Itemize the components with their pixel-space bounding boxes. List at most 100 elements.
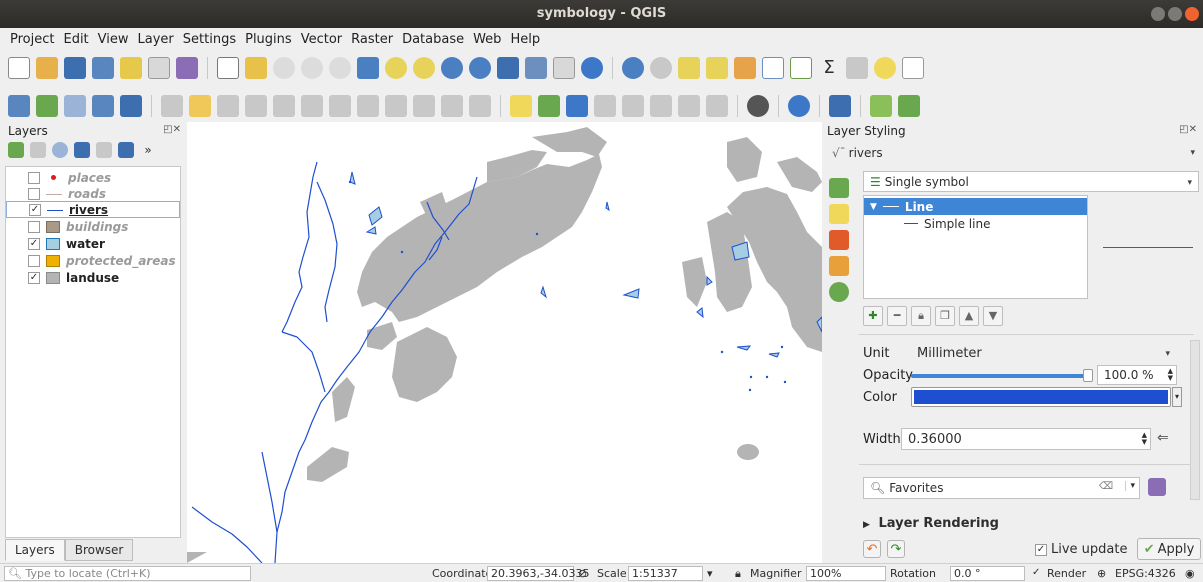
layer-select-combo[interactable]: √ˉ rivers ▾ bbox=[826, 142, 1201, 163]
undo-icon[interactable] bbox=[441, 95, 463, 117]
highlight-labels-icon[interactable] bbox=[594, 95, 616, 117]
map-canvas[interactable] bbox=[187, 122, 822, 563]
field-calculator-icon[interactable] bbox=[790, 57, 812, 79]
symbol-tree-line[interactable]: ▼ Line bbox=[864, 198, 1087, 215]
modify-attributes-icon[interactable] bbox=[301, 95, 323, 117]
crs-label[interactable]: EPSG:4326 bbox=[1115, 567, 1176, 580]
live-update-toggle[interactable]: ✓ Live update bbox=[1035, 542, 1127, 557]
layer-checkbox[interactable] bbox=[28, 220, 40, 233]
rotate-label-icon[interactable] bbox=[678, 95, 700, 117]
3d-view-tab-icon[interactable] bbox=[829, 230, 849, 250]
favorites-search[interactable]: 🔍︎ Favorites ⌫ ▾ bbox=[863, 477, 1140, 499]
zoom-layer-icon[interactable] bbox=[413, 57, 435, 79]
lock-scale-icon[interactable]: 🔒︎ bbox=[735, 567, 741, 581]
label-toolbar-icon[interactable] bbox=[510, 95, 532, 117]
chevron-down-icon[interactable]: ▾ bbox=[1125, 481, 1135, 491]
bookmark-icon[interactable] bbox=[553, 57, 575, 79]
messages-icon[interactable]: ◉ bbox=[1185, 567, 1195, 580]
toggle-editing-icon[interactable] bbox=[189, 95, 211, 117]
map-tips-icon[interactable] bbox=[874, 57, 896, 79]
live-update-checkbox[interactable]: ✓ bbox=[1035, 543, 1047, 556]
undo-style-icon[interactable]: ↶ bbox=[863, 540, 881, 558]
opacity-slider-handle[interactable] bbox=[1083, 369, 1093, 382]
menu-web[interactable]: Web bbox=[473, 32, 501, 47]
text-annotation-icon[interactable] bbox=[902, 57, 924, 79]
remove-symbol-layer-icon[interactable]: ━ bbox=[887, 306, 907, 326]
layer-row-rivers[interactable]: ✓ rivers bbox=[6, 201, 180, 218]
new-layer-icon[interactable] bbox=[36, 95, 58, 117]
save-as-icon[interactable] bbox=[92, 57, 114, 79]
renderer-combo[interactable]: ☰ Single symbol ▾ bbox=[863, 171, 1199, 192]
crs-globe-icon[interactable]: ⊕ bbox=[1097, 567, 1106, 580]
add-feature-icon[interactable] bbox=[245, 95, 267, 117]
expand-all-icon[interactable] bbox=[118, 142, 134, 158]
zoom-in-icon[interactable] bbox=[273, 57, 295, 79]
processing-toolbox-icon[interactable] bbox=[870, 95, 892, 117]
attribute-table-icon[interactable] bbox=[762, 57, 784, 79]
toggle-extents-icon[interactable]: ⊘ bbox=[578, 567, 587, 580]
add-group-icon[interactable] bbox=[30, 142, 46, 158]
vertex-tool-icon[interactable] bbox=[273, 95, 295, 117]
magnifier-spinbox[interactable]: 100% bbox=[806, 566, 886, 581]
delete-selected-icon[interactable] bbox=[329, 95, 351, 117]
symbology-tab-icon[interactable] bbox=[829, 178, 849, 198]
maximize-button[interactable] bbox=[1168, 7, 1182, 21]
label-layer-icon[interactable] bbox=[538, 95, 560, 117]
virtual-layer-icon[interactable] bbox=[120, 95, 142, 117]
gps-icon[interactable] bbox=[747, 95, 769, 117]
georeferencer-icon[interactable] bbox=[898, 95, 920, 117]
run-action-icon[interactable] bbox=[650, 57, 672, 79]
layer-checkbox[interactable]: ✓ bbox=[29, 203, 41, 216]
menu-project[interactable]: Project bbox=[10, 32, 54, 47]
unit-combo[interactable]: Millimeter ▾ bbox=[911, 343, 1176, 364]
zoom-full-icon[interactable] bbox=[357, 57, 379, 79]
move-label-icon[interactable] bbox=[650, 95, 672, 117]
data-defined-override-icon[interactable]: ⇐ bbox=[1157, 430, 1169, 446]
current-edits-icon[interactable] bbox=[161, 95, 183, 117]
tab-browser[interactable]: Browser bbox=[64, 539, 134, 561]
labels-tab-icon[interactable] bbox=[829, 204, 849, 224]
symbol-tree-simple-line[interactable]: Simple line bbox=[864, 215, 1087, 232]
measure-icon[interactable] bbox=[846, 57, 868, 79]
diagrams-tab-icon[interactable] bbox=[829, 256, 849, 276]
color-button[interactable] bbox=[911, 387, 1171, 407]
layer-row-roads[interactable]: roads bbox=[6, 185, 180, 202]
menu-raster[interactable]: Raster bbox=[351, 32, 393, 47]
save-project-icon[interactable] bbox=[64, 57, 86, 79]
lock-icon[interactable]: 🔒︎ bbox=[911, 306, 931, 326]
filter-expression-icon[interactable] bbox=[96, 142, 112, 158]
style-manager-icon[interactable] bbox=[176, 57, 198, 79]
layer-checkbox[interactable]: ✓ bbox=[28, 271, 40, 284]
open-project-icon[interactable] bbox=[36, 57, 58, 79]
save-edits-icon[interactable] bbox=[217, 95, 239, 117]
pan-to-selection-icon[interactable] bbox=[245, 57, 267, 79]
render-checkbox[interactable]: ✓ bbox=[1032, 567, 1040, 578]
chevron-down-icon[interactable]: ▾ bbox=[707, 567, 713, 580]
open-layer-styling-icon[interactable] bbox=[8, 142, 24, 158]
menu-edit[interactable]: Edit bbox=[63, 32, 88, 47]
python-console-icon[interactable] bbox=[788, 95, 810, 117]
more-chevron-icon[interactable]: » bbox=[140, 142, 156, 158]
pan-icon[interactable] bbox=[217, 57, 239, 79]
layer-checkbox[interactable] bbox=[28, 254, 40, 267]
redo-icon[interactable] bbox=[469, 95, 491, 117]
refresh-icon[interactable] bbox=[581, 57, 603, 79]
identify-icon[interactable] bbox=[622, 57, 644, 79]
menu-plugins[interactable]: Plugins bbox=[245, 32, 292, 47]
move-down-icon[interactable]: ▼ bbox=[983, 306, 1003, 326]
zoom-selection-icon[interactable] bbox=[385, 57, 407, 79]
tab-layers[interactable]: Layers bbox=[5, 539, 65, 561]
layer-row-places[interactable]: places bbox=[6, 169, 180, 186]
zoom-next-icon[interactable] bbox=[469, 57, 491, 79]
layer-row-protected-areas[interactable]: protected_areas bbox=[6, 252, 180, 269]
zoom-native-icon[interactable] bbox=[329, 57, 351, 79]
scale-combo[interactable]: 1:51337 bbox=[628, 566, 703, 581]
layer-checkbox[interactable] bbox=[28, 171, 40, 184]
layer-rendering-section[interactable]: ▶ Layer Rendering bbox=[863, 516, 999, 531]
clear-icon[interactable]: ⌫ bbox=[1099, 481, 1113, 492]
pin-labels-icon[interactable] bbox=[566, 95, 588, 117]
opacity-slider[interactable] bbox=[911, 374, 1091, 378]
redo-style-icon[interactable]: ↷ bbox=[887, 540, 905, 558]
paste-features-icon[interactable] bbox=[413, 95, 435, 117]
close-button[interactable] bbox=[1185, 7, 1199, 21]
